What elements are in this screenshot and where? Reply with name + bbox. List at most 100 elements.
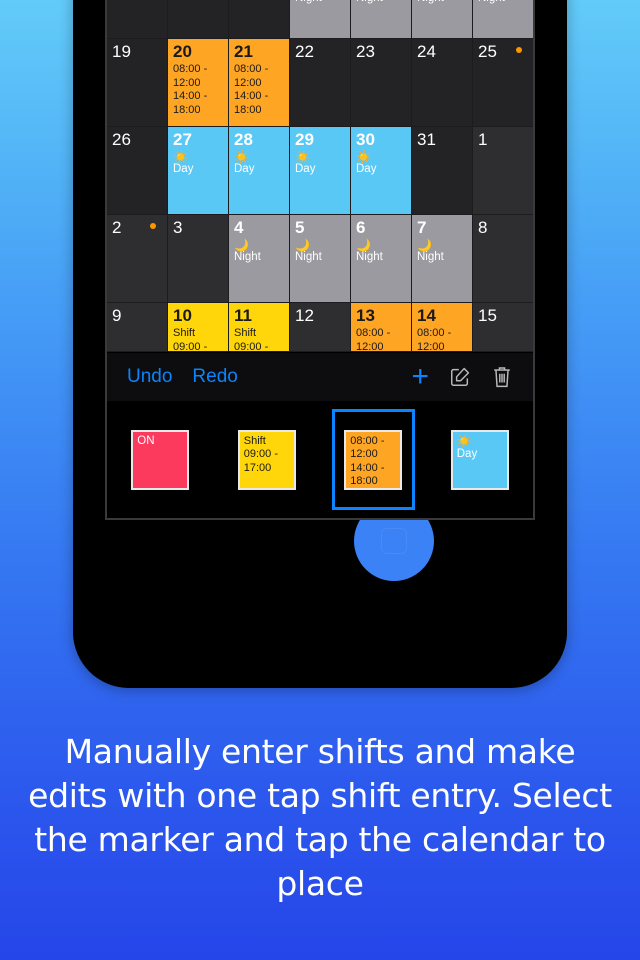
day-number: 9: [112, 306, 122, 325]
calendar-day-cell[interactable]: 29 ☀️ Day: [290, 127, 351, 214]
calendar-day-cell[interactable]: [229, 0, 290, 38]
calendar-day-cell[interactable]: Night: [351, 0, 412, 38]
calendar-day-cell[interactable]: 12: [290, 303, 351, 351]
calendar-day-cell[interactable]: 31: [412, 127, 473, 214]
day-number: 14: [417, 306, 436, 325]
marker-slot[interactable]: 08:00 - 12:00 14:00 - 18:00: [320, 401, 427, 518]
marker-tray[interactable]: ON Shift 09:00 - 17:00 08:00 - 12:00 14:00…: [107, 401, 533, 518]
calendar-day-cell[interactable]: 7 🌙 Night: [412, 215, 473, 302]
shift-marker-tile[interactable]: ON: [131, 429, 190, 490]
calendar-day-cell[interactable]: 23: [351, 39, 412, 126]
undo-button[interactable]: Undo: [127, 366, 172, 388]
shift-label: Night: [295, 251, 322, 263]
day-number: 30: [356, 130, 375, 149]
calendar-week-row: 2 3 4 🌙 Night 5 🌙 Night 6 🌙 Night 7 🌙 Night 8: [107, 215, 533, 303]
day-number: 26: [112, 130, 131, 149]
shift-label: Night: [417, 251, 444, 263]
calendar-day-cell[interactable]: 30 ☀️ Day: [351, 127, 412, 214]
calendar-grid[interactable]: NightNightNightNight192008:00 - 12:00 14…: [107, 0, 533, 352]
day-number: 1: [478, 130, 488, 149]
marker-slot[interactable]: Shift 09:00 - 17:00: [214, 401, 321, 518]
marker-slot[interactable]: ☀️ Day: [427, 401, 534, 518]
calendar-day-cell[interactable]: 20 08:00 - 12:00 14:00 - 18:00: [168, 39, 229, 126]
calendar-day-cell[interactable]: 22: [290, 39, 351, 126]
day-number: 15: [478, 306, 497, 325]
event-dot-indicator: [150, 223, 156, 229]
calendar-day-cell[interactable]: 25: [473, 39, 533, 126]
calendar-day-cell[interactable]: 15: [473, 303, 533, 351]
shift-time-text: Shift 09:00 - 17:00: [234, 327, 269, 351]
day-number: 19: [112, 42, 131, 61]
shift-label: Day: [173, 163, 194, 175]
calendar-week-row: 19 20 08:00 - 12:00 14:00 - 18:00 21 08:00 -…: [107, 39, 533, 127]
shift-time-text: 08:00 - 12:00 14:00 - 18:00: [234, 63, 269, 116]
calendar-day-cell[interactable]: 14 08:00 - 12:00 14:00 - 18:00: [412, 303, 473, 351]
day-number: 11: [234, 306, 252, 325]
shift-label: Day: [234, 163, 255, 175]
shift-time-text: Shift 09:00 - 17:00: [173, 327, 208, 351]
day-number: 5: [295, 218, 305, 237]
marker-label: Shift 09:00 - 17:00: [243, 434, 278, 474]
calendar-day-cell[interactable]: 10 Shift 09:00 - 17:00: [168, 303, 229, 351]
shift-label: Night: [478, 0, 505, 5]
day-number: 2: [112, 218, 122, 237]
calendar-day-cell[interactable]: [168, 0, 229, 38]
trash-icon[interactable]: [491, 365, 513, 389]
day-number: 23: [356, 42, 375, 61]
shift-time-text: 08:00 - 12:00 14:00 - 18:00: [417, 327, 452, 351]
calendar-day-cell[interactable]: 19: [107, 39, 168, 126]
sun-icon: ☀️: [456, 433, 472, 448]
calendar-day-cell[interactable]: 9: [107, 303, 168, 351]
day-number: 25: [478, 42, 497, 61]
day-number: 31: [417, 130, 436, 149]
day-number: 20: [173, 42, 192, 61]
shift-label: Night: [356, 251, 383, 263]
day-number: 4: [234, 218, 244, 237]
day-number: 8: [478, 218, 488, 237]
calendar-day-cell[interactable]: Night: [412, 0, 473, 38]
calendar-day-cell[interactable]: 5 🌙 Night: [290, 215, 351, 302]
calendar-day-cell[interactable]: 8: [473, 215, 533, 302]
calendar-day-cell[interactable]: 28 ☀️ Day: [229, 127, 290, 214]
day-number: 7: [417, 218, 427, 237]
calendar-day-cell[interactable]: 3: [168, 215, 229, 302]
shift-marker-tile[interactable]: 08:00 - 12:00 14:00 - 18:00: [344, 429, 403, 490]
home-button-square-icon: [381, 528, 407, 554]
day-number: 24: [417, 42, 436, 61]
calendar-day-cell[interactable]: 4 🌙 Night: [229, 215, 290, 302]
calendar-week-row: Night Night Night Night: [107, 0, 533, 39]
shift-time-text: 08:00 - 12:00 14:00 - 18:00: [173, 63, 208, 116]
shift-marker-tile[interactable]: Shift 09:00 - 17:00: [237, 429, 296, 490]
calendar-day-cell[interactable]: Night: [473, 0, 533, 38]
calendar-day-cell[interactable]: Night: [290, 0, 351, 38]
day-number: 10: [173, 306, 192, 325]
calendar-day-cell[interactable]: 21 08:00 - 12:00 14:00 - 18:00: [229, 39, 290, 126]
shift-time-text: 08:00 - 12:00 14:00 - 18:00: [356, 327, 391, 351]
shift-label: Night: [356, 0, 383, 5]
day-number: 3: [173, 218, 183, 237]
redo-button[interactable]: Redo: [192, 366, 237, 388]
day-number: 28: [234, 130, 253, 149]
shift-label: Night: [417, 0, 444, 5]
event-dot-indicator: [516, 47, 522, 53]
phone-screen: NightNightNightNight192008:00 - 12:00 14…: [105, 0, 535, 520]
calendar-day-cell[interactable]: [107, 0, 168, 38]
calendar-week-row: 26 27 ☀️ Day 28 ☀️ Day 29 ☀️ Day 30 ☀️ Day 31 1: [107, 127, 533, 215]
calendar-day-cell[interactable]: 1: [473, 127, 533, 214]
shift-label: Night: [234, 251, 261, 263]
day-number: 22: [295, 42, 314, 61]
calendar-day-cell[interactable]: 24: [412, 39, 473, 126]
calendar-day-cell[interactable]: 27 ☀️ Day: [168, 127, 229, 214]
day-number: 29: [295, 130, 314, 149]
calendar-day-cell[interactable]: 26: [107, 127, 168, 214]
shift-marker-tile[interactable]: ☀️ Day: [450, 429, 509, 490]
calendar-day-cell[interactable]: 2: [107, 215, 168, 302]
marker-label: Day: [456, 447, 478, 460]
edit-icon[interactable]: [449, 366, 471, 388]
calendar-day-cell[interactable]: 13 08:00 - 12:00 14:00 - 18:00: [351, 303, 412, 351]
plus-icon[interactable]: +: [411, 362, 429, 392]
marker-slot[interactable]: ON: [107, 401, 214, 518]
calendar-day-cell[interactable]: 11 Shift 09:00 - 17:00: [229, 303, 290, 351]
calendar-day-cell[interactable]: 6 🌙 Night: [351, 215, 412, 302]
promo-caption: Manually enter shifts and make edits wit…: [28, 732, 612, 903]
